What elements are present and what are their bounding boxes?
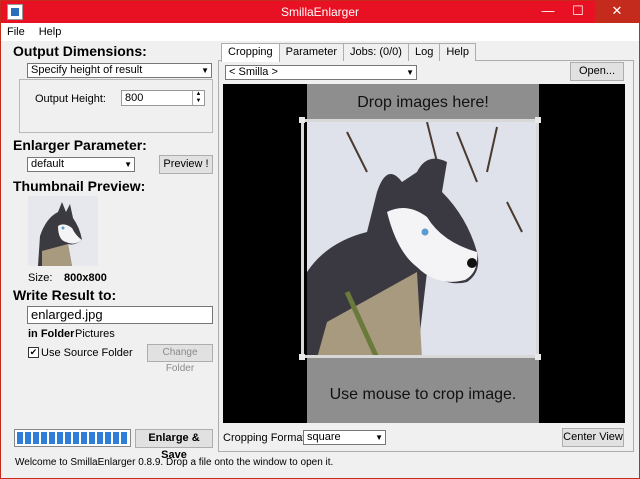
tab-jobs[interactable]: Jobs: (0/0): [343, 43, 409, 61]
husky-thumbnail: [28, 196, 98, 266]
output-filename-value: enlarged.jpg: [31, 307, 103, 322]
chevron-down-icon: ▼: [406, 68, 414, 77]
write-result-header: Write Result to:: [13, 287, 117, 303]
tab-parameter[interactable]: Parameter: [278, 43, 344, 61]
spin-up-icon[interactable]: ▲: [192, 91, 204, 98]
output-mode-value: Specify height of result: [31, 64, 143, 76]
crop-border-right[interactable]: [536, 119, 539, 358]
source-select[interactable]: < Smilla > ▼: [225, 65, 417, 80]
output-height-label: Output Height:: [35, 93, 106, 105]
use-source-folder-checkbox[interactable]: ✔: [28, 347, 39, 358]
thumbnail-image: [28, 196, 98, 266]
spin-down-icon[interactable]: ▼: [192, 98, 204, 105]
thumbnail-preview-header: Thumbnail Preview:: [13, 178, 146, 194]
size-label: Size:: [28, 272, 53, 284]
cropping-format-value: square: [307, 431, 341, 443]
menu-help[interactable]: Help: [39, 26, 62, 38]
enlarge-save-button[interactable]: Enlarge & Save: [135, 429, 213, 461]
app-window: SmillaEnlarger — ☐ ✕ File Help Output Di…: [0, 0, 640, 479]
enlarger-parameter-header: Enlarger Parameter:: [13, 137, 147, 153]
crop-handle-top-left[interactable]: [299, 117, 305, 123]
folder-value: Pictures: [75, 328, 115, 340]
minimize-button[interactable]: —: [535, 1, 561, 23]
drop-images-text: Drop images here!: [357, 94, 489, 111]
crop-border-left[interactable]: [301, 119, 304, 358]
preview-button[interactable]: Preview !: [159, 155, 213, 174]
check-icon: ✔: [29, 347, 38, 357]
menu-bar: File Help: [1, 23, 639, 41]
chevron-down-icon: ▼: [124, 160, 132, 169]
crop-border-bottom[interactable]: [301, 355, 539, 358]
tab-help[interactable]: Help: [439, 43, 476, 61]
cropping-format-label: Cropping Format:: [223, 432, 309, 444]
output-mode-select[interactable]: Specify height of result ▼: [27, 63, 212, 78]
enlarger-preset-select[interactable]: default ▼: [27, 157, 135, 172]
maximize-button[interactable]: ☐: [565, 1, 591, 23]
status-bar: Welcome to SmillaEnlarger 0.8.9. Drop a …: [15, 457, 334, 468]
tab-log[interactable]: Log: [407, 43, 441, 61]
in-folder-label: in Folder: [28, 328, 75, 340]
close-button[interactable]: ✕: [595, 1, 639, 23]
output-dimensions-header: Output Dimensions:: [13, 43, 147, 59]
chevron-down-icon: ▼: [201, 66, 209, 75]
enlarger-preset-value: default: [31, 158, 65, 170]
crop-border-top[interactable]: [301, 119, 539, 122]
cropping-format-select[interactable]: square ▼: [303, 430, 386, 445]
crop-instruction-text: Use mouse to crop image.: [329, 386, 517, 403]
output-height-spinbox[interactable]: 800 ▲ ▼: [121, 90, 205, 106]
crop-handle-bottom-left[interactable]: [299, 354, 305, 360]
output-filename-input[interactable]: enlarged.jpg: [27, 306, 213, 324]
output-height-value: 800: [125, 92, 144, 104]
output-height-group: [19, 79, 213, 133]
crop-handle-bottom-right[interactable]: [535, 354, 541, 360]
crop-viewport[interactable]: Drop images here! Use mouse to crop imag…: [223, 84, 625, 423]
chevron-down-icon: ▼: [375, 433, 383, 442]
tab-cropping[interactable]: Cropping: [221, 43, 280, 62]
husky-image: [307, 122, 539, 358]
menu-file[interactable]: File: [7, 26, 25, 38]
crop-handle-top-right[interactable]: [535, 117, 541, 123]
progress-bar: [14, 429, 131, 447]
title-bar[interactable]: SmillaEnlarger — ☐ ✕: [1, 1, 639, 23]
use-source-folder-label: Use Source Folder: [41, 347, 133, 359]
progress-fill: [17, 432, 128, 444]
size-value: 800x800: [64, 272, 107, 284]
tab-bar: Cropping Parameter Jobs: (0/0) Log Help: [221, 43, 476, 62]
source-select-value: < Smilla >: [229, 66, 278, 78]
open-button[interactable]: Open...: [570, 62, 624, 81]
change-folder-button[interactable]: Change Folder: [147, 344, 213, 374]
center-view-button[interactable]: Center View: [562, 428, 624, 447]
